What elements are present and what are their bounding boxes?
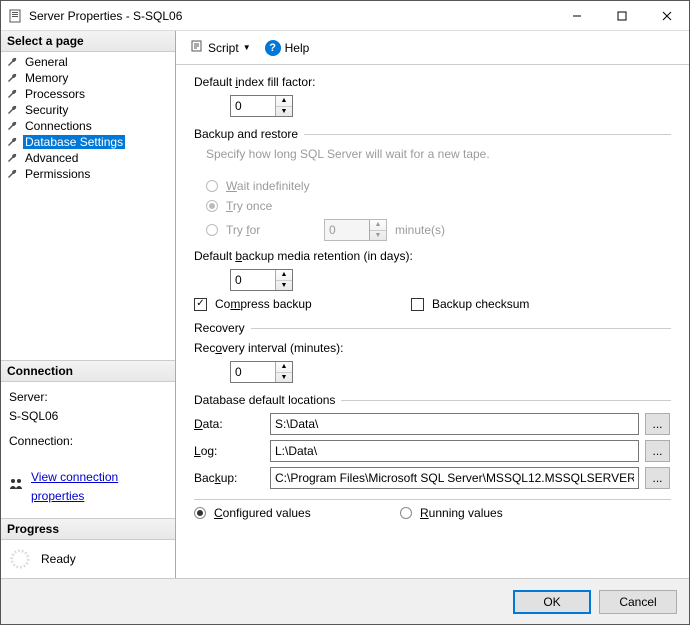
compress-backup-checkbox[interactable] [194,298,207,311]
dialog-footer: OK Cancel [1,578,689,624]
backup-path-label: Backup: [194,471,264,485]
server-icon [7,8,23,24]
help-icon: ? [265,40,281,56]
help-button[interactable]: ? Help [261,38,314,58]
fill-factor-input[interactable] [231,96,275,116]
configured-values-radio[interactable] [194,507,206,519]
spin-up-icon[interactable]: ▲ [276,96,292,107]
people-icon [9,477,23,497]
wrench-icon [5,71,19,85]
progress-spinner-icon [9,548,31,570]
recovery-interval-spinner[interactable]: ▲▼ [230,361,293,383]
wrench-icon [5,151,19,165]
left-panel: Select a page General Memory Processors … [1,31,176,578]
window-title: Server Properties - S-SQL06 [29,9,554,23]
wrench-icon [5,135,19,149]
browse-log-button[interactable]: ... [645,440,670,462]
progress-header: Progress [1,519,175,540]
recovery-header: Recovery [194,321,245,335]
script-button[interactable]: Script ▼ [186,37,255,58]
wrench-icon [5,87,19,101]
fill-factor-label: Default index fill factor: [194,75,671,89]
spin-up-icon: ▲ [370,220,386,231]
spin-up-icon[interactable]: ▲ [276,270,292,281]
backup-path-input[interactable] [270,467,639,489]
spin-up-icon[interactable]: ▲ [276,362,292,373]
try-for-radio [206,224,218,236]
try-for-unit: minute(s) [395,223,445,237]
page-item-permissions[interactable]: Permissions [1,166,175,182]
spin-down-icon: ▼ [370,231,386,241]
page-item-advanced[interactable]: Advanced [1,150,175,166]
server-value: S-SQL06 [9,407,167,426]
db-default-locations-header: Database default locations [194,393,335,407]
page-item-connections[interactable]: Connections [1,118,175,134]
maximize-button[interactable] [599,1,644,30]
close-button[interactable] [644,1,689,30]
log-label: Log: [194,444,264,458]
script-icon [190,39,204,56]
spin-down-icon[interactable]: ▼ [276,281,292,291]
wait-indef-radio [206,180,218,192]
configured-values-label: Configured values [214,506,364,520]
tape-hint: Specify how long SQL Server will wait fo… [206,147,671,161]
page-item-general[interactable]: General [1,54,175,70]
ok-button[interactable]: OK [513,590,591,614]
progress-status: Ready [41,552,76,566]
wrench-icon [5,55,19,69]
spin-down-icon[interactable]: ▼ [276,107,292,117]
page-list: General Memory Processors Security Conne… [1,52,175,184]
try-for-label: Try for [226,223,316,237]
wrench-icon [5,167,19,181]
cancel-button[interactable]: Cancel [599,590,677,614]
view-connection-properties-link[interactable]: View connection properties [31,468,167,506]
browse-data-button[interactable]: ... [645,413,670,435]
page-item-database-settings[interactable]: Database Settings [1,134,175,150]
minimize-button[interactable] [554,1,599,30]
page-item-memory[interactable]: Memory [1,70,175,86]
fill-factor-spinner[interactable]: ▲▼ [230,95,293,117]
chevron-down-icon: ▼ [243,43,251,52]
recovery-interval-label: Recovery interval (minutes): [194,341,671,355]
wrench-icon [5,119,19,133]
browse-backup-button[interactable]: ... [645,467,670,489]
right-panel: Script ▼ ? Help Default index fill facto… [176,31,689,578]
connection-label: Connection: [9,432,167,451]
running-values-label: Running values [420,506,503,520]
try-for-spinner: ▲▼ [324,219,387,241]
retention-label: Default backup media retention (in days)… [194,249,671,263]
server-properties-window: Server Properties - S-SQL06 Select a pag… [0,0,690,625]
backup-restore-header: Backup and restore [194,127,298,141]
running-values-radio[interactable] [400,507,412,519]
titlebar: Server Properties - S-SQL06 [1,1,689,31]
retention-input[interactable] [231,270,275,290]
spin-down-icon[interactable]: ▼ [276,373,292,383]
wrench-icon [5,103,19,117]
content-area: Default index fill factor: ▲▼ Backup and… [176,65,689,578]
toolbar: Script ▼ ? Help [176,31,689,65]
retention-spinner[interactable]: ▲▼ [230,269,293,291]
backup-checksum-label: Backup checksum [432,297,529,311]
page-item-security[interactable]: Security [1,102,175,118]
select-page-header: Select a page [1,31,175,52]
server-label: Server: [9,388,167,407]
wait-indef-label: Wait indefinitely [226,179,310,193]
page-item-processors[interactable]: Processors [1,86,175,102]
try-once-radio [206,200,218,212]
compress-backup-label: Compress backup [215,297,375,311]
data-label: Data: [194,417,264,431]
try-once-label: Try once [226,199,272,213]
recovery-interval-input[interactable] [231,362,275,382]
data-path-input[interactable] [270,413,639,435]
connection-header: Connection [1,361,175,382]
try-for-input [325,220,369,240]
log-path-input[interactable] [270,440,639,462]
backup-checksum-checkbox[interactable] [411,298,424,311]
